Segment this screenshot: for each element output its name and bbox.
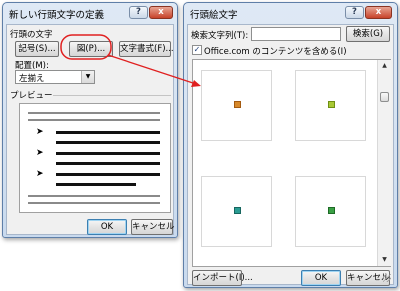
- title-bar: 新しい行頭文字の定義 ? x: [3, 3, 177, 22]
- picture-cell-3[interactable]: [201, 176, 272, 247]
- preview-line: [56, 152, 160, 155]
- picture-cell-4[interactable]: [295, 176, 366, 247]
- ok-button[interactable]: OK: [87, 219, 127, 235]
- dialog-client: 行頭の文字 記号(S)... 図(P)... 文字書式(F)... 配置(M):…: [6, 24, 175, 235]
- dark-green-bullet-icon: [328, 207, 335, 214]
- close-button[interactable]: x: [149, 6, 173, 19]
- title-bar: 行頭絵文字 ? x: [184, 3, 397, 22]
- scroll-thumb[interactable]: [380, 92, 389, 102]
- preview-line: [56, 183, 136, 186]
- ok-button[interactable]: OK: [301, 270, 341, 286]
- picture-cell-1[interactable]: [201, 70, 272, 141]
- dialog-client: 検索文字列(T): 検索(G) ✓ Office.com のコンテンツを含める(…: [187, 24, 394, 286]
- close-button[interactable]: x: [365, 6, 392, 19]
- orange-bullet-icon: [234, 101, 241, 108]
- preview-line: [28, 202, 160, 204]
- picture-grid: ▲ ▼: [192, 59, 391, 267]
- preview-pane: ➤ ➤ ➤: [19, 103, 171, 213]
- preview-bullet-3: ➤: [36, 169, 44, 179]
- picture-bullet-dialog: 行頭絵文字 ? x 検索文字列(T): 検索(G) ✓ Office.com の…: [183, 2, 398, 288]
- alignment-dropdown[interactable]: 左揃え ▼: [15, 70, 95, 84]
- resize-grip[interactable]: [383, 274, 391, 282]
- picture-cell-2[interactable]: [295, 70, 366, 141]
- help-button[interactable]: ?: [129, 6, 148, 19]
- preview-line: [28, 195, 160, 197]
- preview-line: [56, 141, 160, 144]
- green-bullet-icon: [328, 101, 335, 108]
- preview-separator: [53, 95, 171, 96]
- search-button[interactable]: 検索(G): [346, 26, 390, 42]
- preview-line: [56, 162, 160, 165]
- include-office-checkbox[interactable]: ✓: [192, 45, 202, 55]
- preview-line: [28, 119, 160, 121]
- search-label: 検索文字列(T):: [191, 31, 249, 41]
- search-input[interactable]: [251, 27, 341, 41]
- symbol-button[interactable]: 記号(S)...: [15, 41, 59, 57]
- picture-button[interactable]: 図(P)...: [69, 41, 113, 57]
- font-button[interactable]: 文字書式(F)...: [119, 41, 174, 57]
- alignment-value: 左揃え: [19, 74, 45, 84]
- chevron-down-icon[interactable]: ▼: [81, 71, 94, 83]
- preview-bullet-2: ➤: [36, 148, 44, 158]
- vertical-scrollbar[interactable]: ▲ ▼: [377, 60, 391, 266]
- bullet-definition-dialog: 新しい行頭文字の定義 ? x 行頭の文字 記号(S)... 図(P)... 文字…: [2, 2, 178, 238]
- cancel-button[interactable]: キャンセル: [131, 219, 175, 235]
- import-button[interactable]: インポート(I)...: [192, 270, 253, 286]
- preview-line: [56, 173, 160, 176]
- preview-bullet-1: ➤: [36, 127, 44, 137]
- preview-line: [56, 131, 160, 134]
- scroll-down-icon[interactable]: ▼: [378, 254, 391, 266]
- preview-line: [28, 112, 160, 114]
- preview-label: プレビュー: [10, 91, 53, 101]
- dialog-title: 行頭絵文字: [190, 10, 238, 21]
- teal-bullet-icon: [234, 207, 241, 214]
- scroll-up-icon[interactable]: ▲: [378, 60, 391, 72]
- include-office-label: Office.com のコンテンツを含める(I): [204, 47, 347, 57]
- dialog-title: 新しい行頭文字の定義: [9, 10, 105, 21]
- help-button[interactable]: ?: [345, 6, 364, 19]
- section-label: 行頭の文字: [10, 30, 53, 40]
